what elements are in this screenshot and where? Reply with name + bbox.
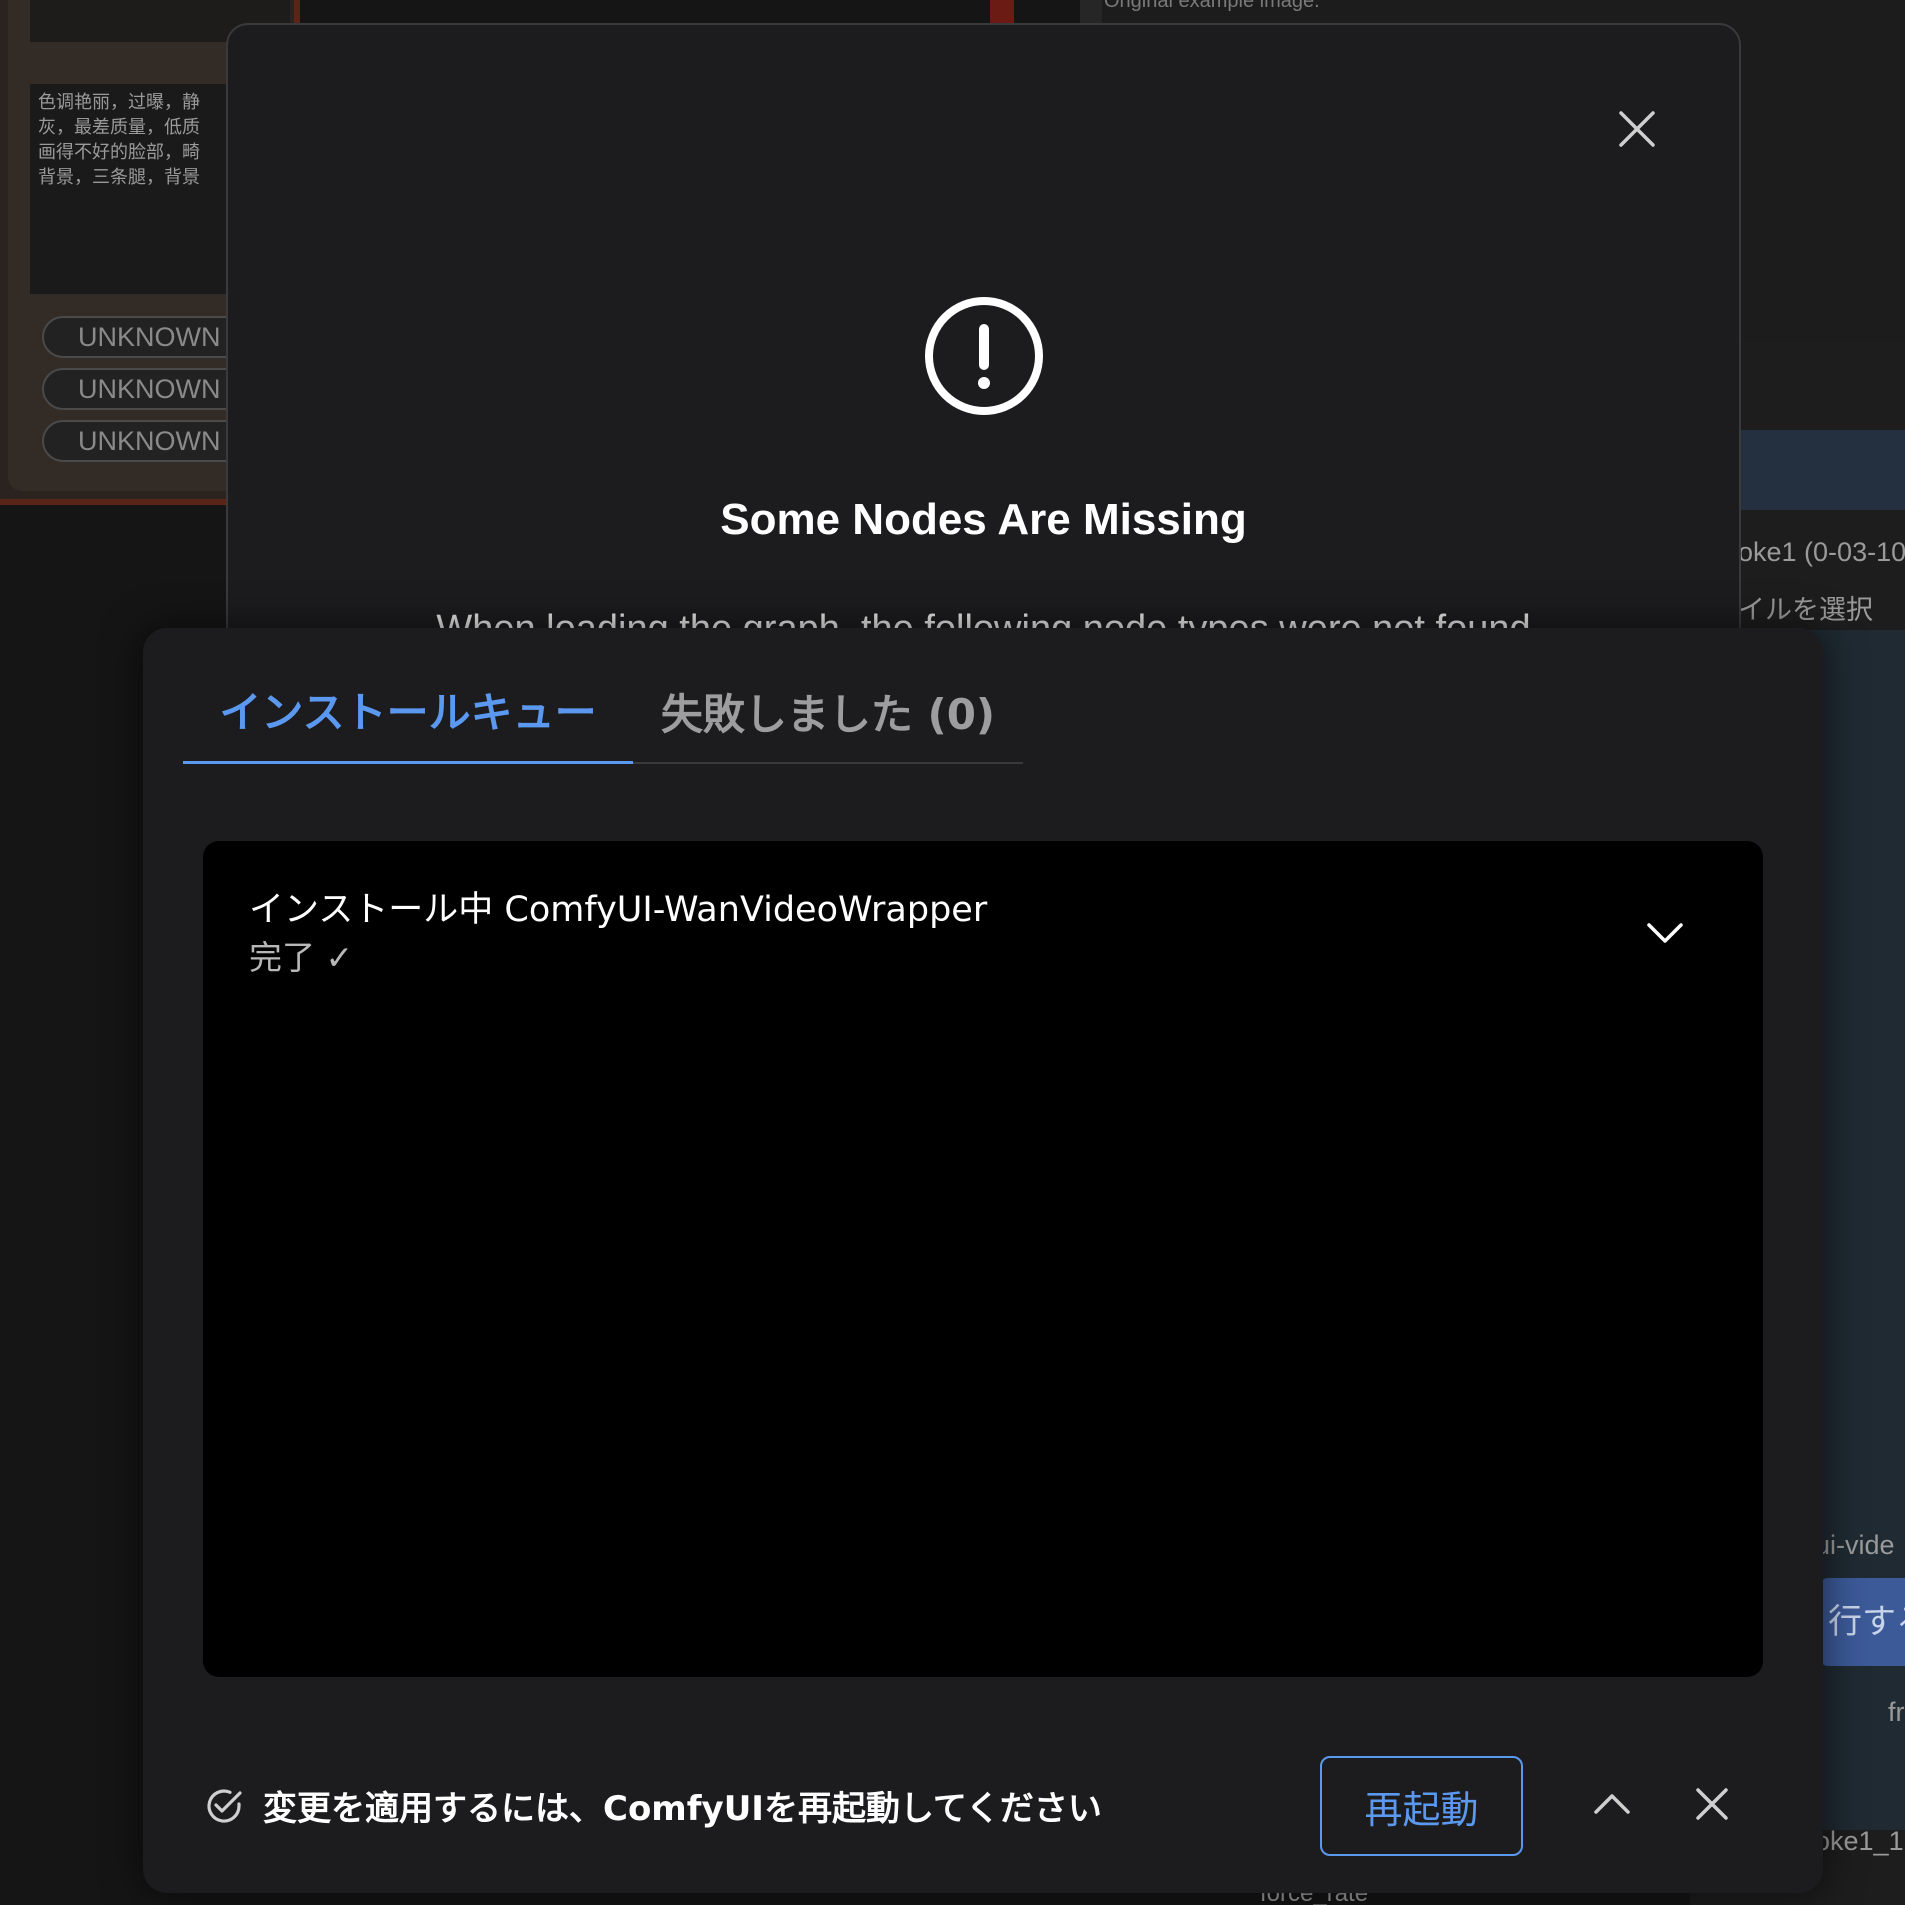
dialog-title: Some Nodes Are Missing	[720, 495, 1247, 544]
exclamation-circle-icon	[925, 297, 1043, 415]
tab-failed[interactable]: 失敗しました (0)	[633, 658, 1023, 764]
tab-install-queue[interactable]: インストールキュー	[183, 658, 633, 764]
install-item-status: 完了 ✓	[249, 938, 354, 977]
restart-button[interactable]: 再起動	[1320, 1756, 1523, 1856]
restart-notice-text: 変更を適用するには、ComfyUIを再起動してください	[263, 1789, 1102, 1829]
install-item-title: インストール中 ComfyUI-WanVideoWrapper	[249, 890, 988, 930]
restart-notice: 変更を適用するには、ComfyUIを再起動してください	[203, 1781, 1102, 1830]
chevron-down-icon[interactable]	[1643, 911, 1687, 955]
check-circle-icon	[207, 1788, 242, 1823]
close-icon[interactable]	[1690, 1782, 1734, 1826]
tab-bar: インストールキュー 失敗しました (0)	[183, 658, 1023, 764]
node-caption: Original example image.	[1104, 0, 1320, 12]
install-log-item[interactable]: インストール中 ComfyUI-WanVideoWrapper 完了 ✓	[203, 841, 1763, 1677]
close-icon[interactable]	[1613, 105, 1661, 153]
run-button[interactable]: 行する	[1820, 1578, 1905, 1666]
install-queue-panel: インストールキュー 失敗しました (0) インストール中 ComfyUI-Wan…	[143, 628, 1823, 1893]
chevron-up-icon[interactable]	[1590, 1782, 1634, 1826]
